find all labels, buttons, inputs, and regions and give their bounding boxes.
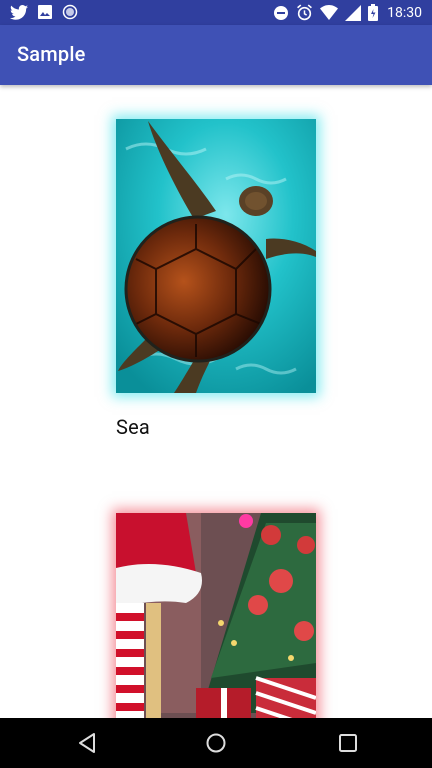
back-icon[interactable] — [76, 732, 98, 758]
christmas-tree-image[interactable] — [116, 513, 316, 718]
card-list[interactable]: Sea — [0, 85, 432, 718]
do-not-disturb-icon — [273, 5, 289, 21]
card-christmas[interactable] — [116, 513, 316, 718]
status-bar: 18:30 — [0, 0, 432, 25]
twitter-icon — [10, 4, 28, 20]
sea-turtle-image[interactable] — [116, 119, 316, 393]
clock: 18:30 — [387, 4, 422, 21]
card-sea[interactable]: Sea — [116, 119, 316, 439]
sync-icon — [62, 4, 78, 20]
system-icons: 18:30 — [273, 4, 422, 21]
battery-icon — [368, 4, 379, 21]
card-label: Sea — [116, 415, 150, 439]
home-icon[interactable] — [205, 732, 227, 758]
navigation-bar — [0, 718, 432, 768]
notification-icons — [10, 4, 78, 20]
page-title: Sample — [17, 42, 86, 66]
alarm-icon — [296, 4, 313, 21]
signal-icon — [345, 4, 362, 21]
wifi-icon — [320, 5, 339, 20]
app-bar: Sample — [0, 25, 432, 85]
recents-icon[interactable] — [337, 732, 359, 758]
image-icon — [37, 4, 53, 20]
